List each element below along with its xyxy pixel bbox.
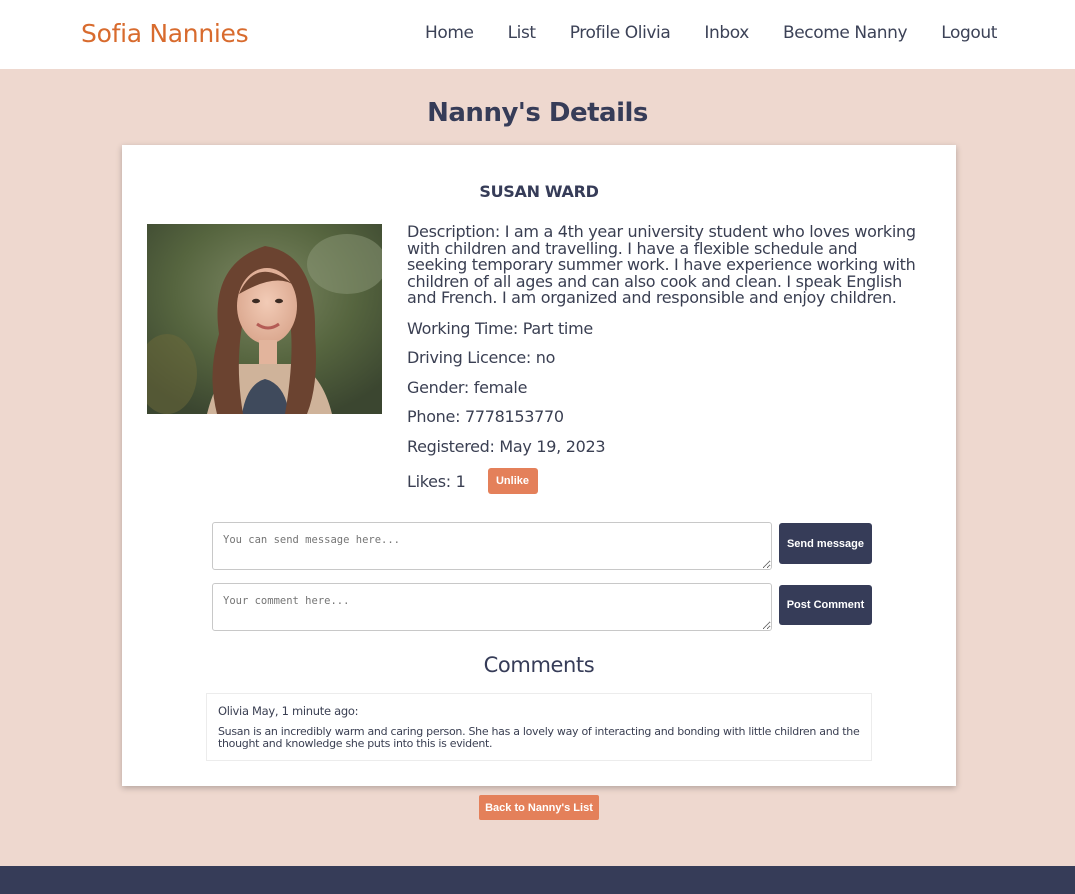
nanny-details: Description: I am a 4th year university … [407, 222, 917, 494]
send-message-button[interactable]: Send message [779, 523, 872, 564]
nanny-name: SUSAN WARD [479, 182, 599, 201]
nav-profile[interactable]: Profile Olivia [570, 23, 671, 43]
phone: Phone: 7778153770 [407, 407, 564, 426]
nanny-details-card: SUSAN WARD Description: I am a 4th year … [122, 145, 956, 786]
comment-item: Olivia May, 1 minute ago: Susan is an in… [206, 693, 872, 761]
nanny-photo [147, 224, 382, 414]
unlike-button[interactable]: Unlike [487, 468, 538, 494]
brand-logo[interactable]: Sofia Nannies [81, 19, 249, 48]
nav-links: Home List Profile Olivia Inbox Become Na… [391, 23, 997, 43]
nav-become-nanny[interactable]: Become Nanny [783, 23, 908, 43]
page-title: Nanny's Details [427, 98, 648, 128]
nanny-description: Description: I am a 4th year university … [407, 222, 916, 307]
registered-date: Registered: May 19, 2023 [407, 436, 606, 456]
comment-meta: Olivia May, 1 minute ago: [218, 704, 359, 718]
navbar: Sofia Nannies Home List Profile Olivia I… [0, 0, 1075, 69]
comments-heading: Comments [483, 653, 595, 677]
working-time: Working Time: Part time [407, 318, 593, 338]
portrait-image [147, 224, 382, 414]
nav-logout[interactable]: Logout [941, 23, 997, 43]
nav-list[interactable]: List [508, 23, 537, 43]
comment-text: Susan is an incredibly warm and caring p… [218, 725, 860, 750]
likes-row: Likes: 1 Unlike [407, 468, 917, 494]
post-comment-button[interactable]: Post Comment [779, 585, 872, 625]
footer [0, 866, 1075, 894]
nav-home[interactable]: Home [425, 23, 474, 43]
likes-count: Likes: 1 [407, 471, 466, 491]
message-input[interactable] [212, 522, 772, 570]
nav-inbox[interactable]: Inbox [704, 23, 749, 43]
comment-input[interactable] [212, 583, 772, 631]
driving-licence: Driving Licence: no [407, 348, 556, 367]
gender: Gender: female [407, 377, 528, 397]
back-to-list-button[interactable]: Back to Nanny's List [479, 795, 599, 820]
